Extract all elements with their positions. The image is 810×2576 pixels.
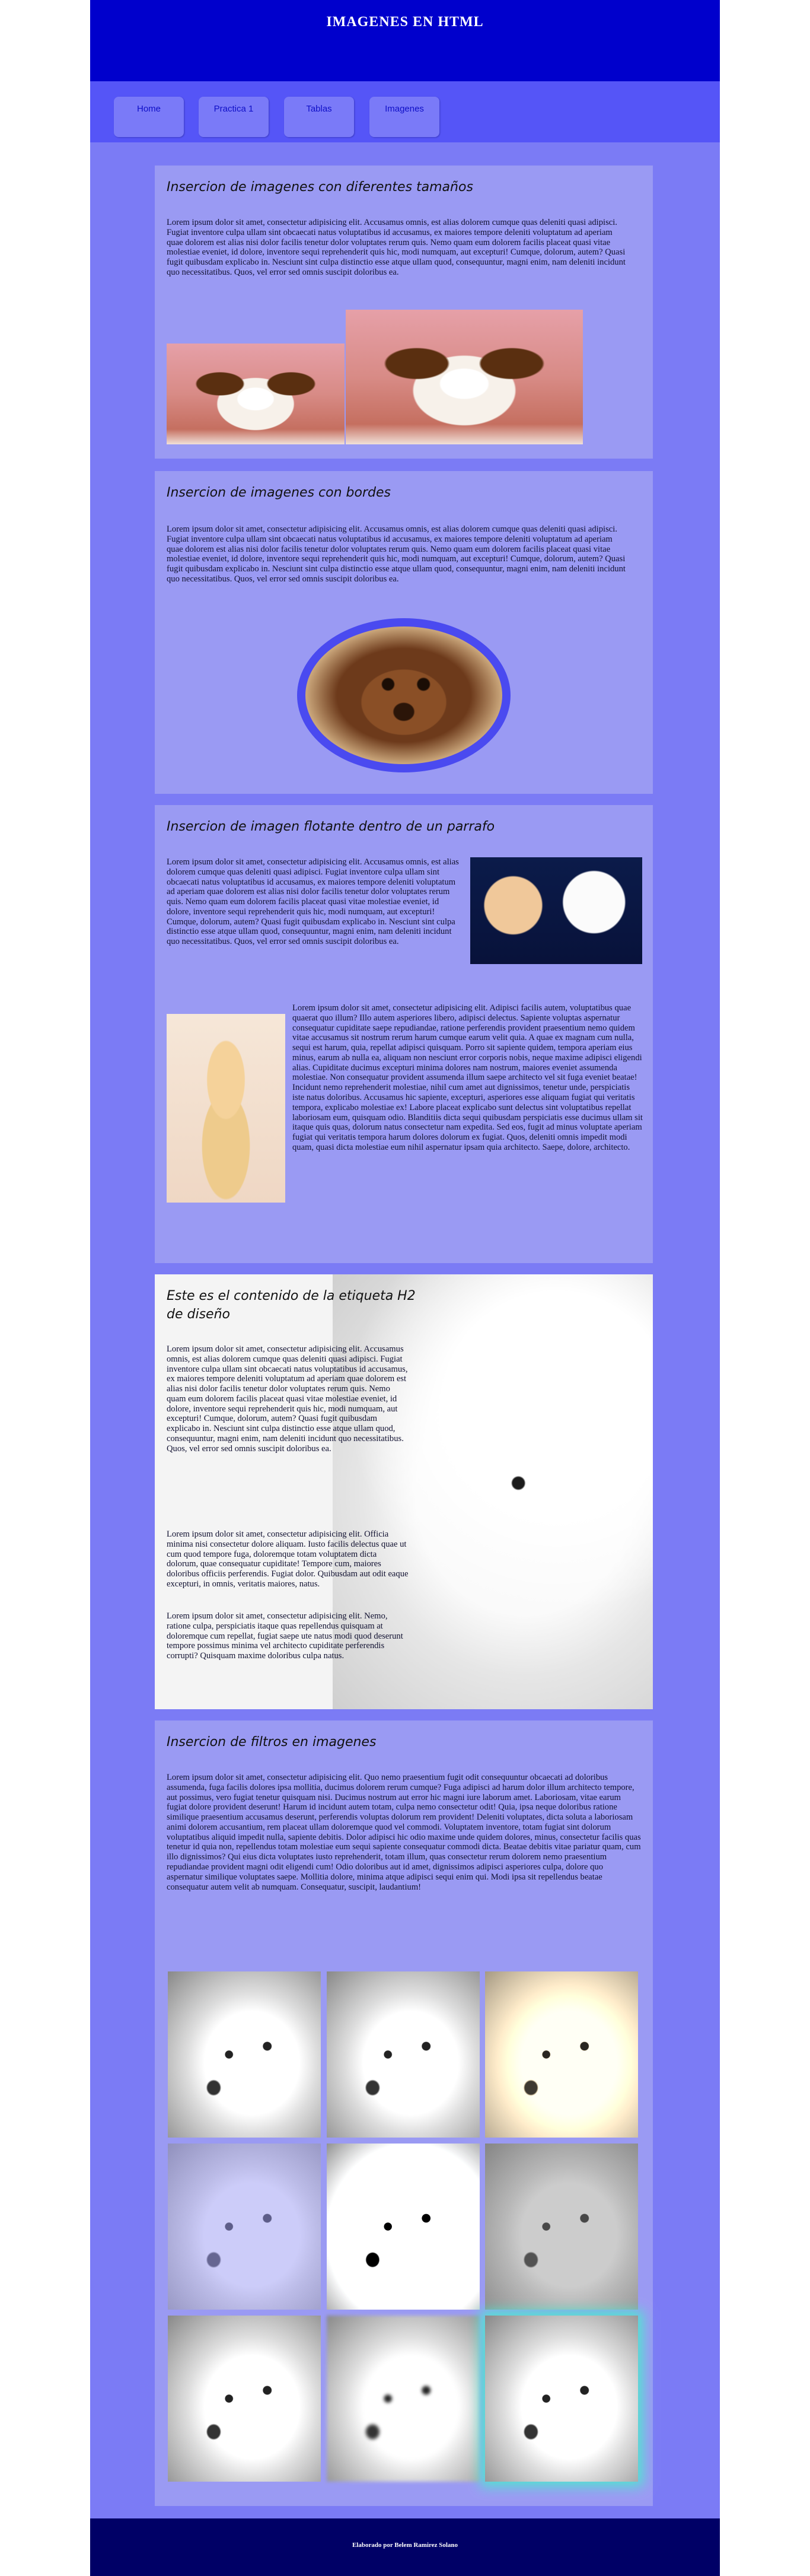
dachshund-image-bordered bbox=[297, 618, 511, 772]
footer-credit: Elaborado por Belem Ramirez Solano bbox=[352, 2542, 458, 2549]
section-text-2: Lorem ipsum dolor sit amet, consectetur … bbox=[167, 1529, 409, 1589]
section-text: Lorem ipsum dolor sit amet, consectetur … bbox=[167, 218, 626, 277]
filter-image-9 bbox=[485, 2316, 638, 2482]
puppy-image-small bbox=[167, 344, 345, 444]
section-filters: Insercion de filtros en imagenes Lorem i… bbox=[155, 1720, 653, 2506]
section-text: Lorem ipsum dolor sit amet, consectetur … bbox=[167, 1773, 641, 1892]
page-title: IMAGENES EN HTML bbox=[326, 14, 484, 30]
nav-home[interactable]: Home bbox=[114, 97, 184, 137]
section-text-2: Lorem ipsum dolor sit amet, consectetur … bbox=[292, 1003, 643, 1152]
nav-imagenes[interactable]: Imagenes bbox=[369, 97, 439, 137]
section-title: Insercion de imagenes con diferentes tam… bbox=[167, 180, 473, 195]
section-title: Insercion de imagen flotante dentro de u… bbox=[167, 819, 495, 834]
nav-practica-1[interactable]: Practica 1 bbox=[199, 97, 269, 137]
section-text: Lorem ipsum dolor sit amet, consectetur … bbox=[167, 524, 626, 584]
filter-image-8 bbox=[327, 2316, 480, 2482]
site-footer: Elaborado por Belem Ramirez Solano bbox=[90, 2518, 720, 2576]
section-text-1: Lorem ipsum dolor sit amet, consectetur … bbox=[167, 1344, 408, 1454]
section-sizes: Insercion de imagenes con diferentes tam… bbox=[155, 166, 653, 459]
section-borders: Insercion de imagenes con bordes Lorem i… bbox=[155, 471, 653, 794]
filter-image-2 bbox=[327, 1971, 480, 2138]
nav-tablas[interactable]: Tablas bbox=[284, 97, 354, 137]
site-header: IMAGENES EN HTML bbox=[90, 0, 720, 81]
filter-image-5 bbox=[327, 2144, 480, 2310]
section-title: Insercion de filtros en imagenes bbox=[167, 1735, 377, 1750]
section-h2-design: Este es el contenido de la etiqueta H2 d… bbox=[155, 1274, 653, 1709]
section-text-3: Lorem ipsum dolor sit amet, consectetur … bbox=[167, 1611, 403, 1661]
filter-image-6 bbox=[485, 2144, 638, 2310]
page: IMAGENES EN HTML Home Practica 1 Tablas … bbox=[90, 0, 720, 2576]
filter-image-3 bbox=[485, 1971, 638, 2138]
golden-puppy-image bbox=[167, 1014, 285, 1203]
filter-image-7 bbox=[168, 2316, 321, 2482]
filter-image-4 bbox=[168, 2144, 321, 2310]
main-nav: Home Practica 1 Tablas Imagenes bbox=[90, 81, 720, 142]
section-title: Insercion de imagenes con bordes bbox=[167, 485, 391, 500]
pomeranian-image bbox=[470, 857, 642, 964]
section-title: Este es el contenido de la etiqueta H2 d… bbox=[167, 1289, 416, 1322]
filter-image-1 bbox=[168, 1971, 321, 2138]
section-text-1: Lorem ipsum dolor sit amet, consectetur … bbox=[167, 857, 459, 947]
section-float: Insercion de imagen flotante dentro de u… bbox=[155, 805, 653, 1263]
puppy-image-large bbox=[346, 310, 583, 444]
